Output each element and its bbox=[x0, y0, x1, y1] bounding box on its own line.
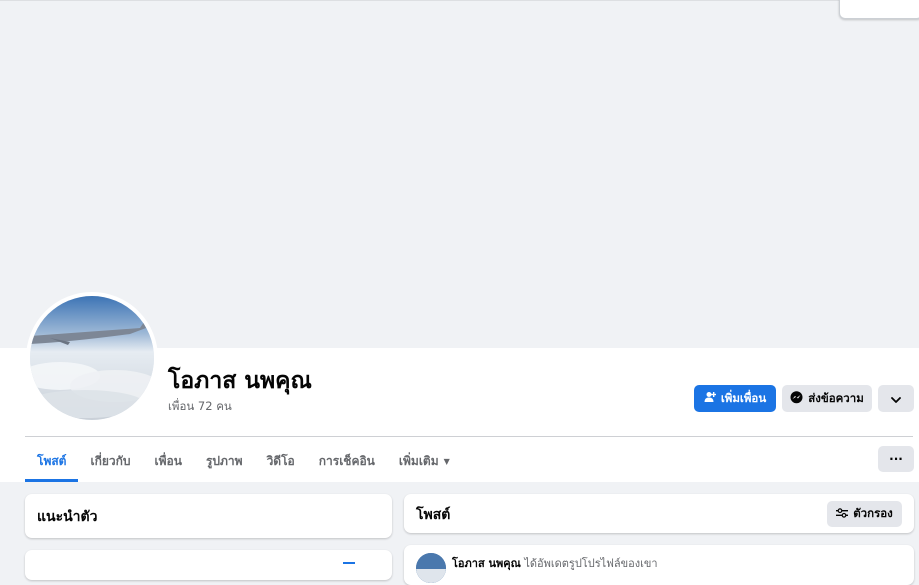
profile-tabs: โพสต์ เกี่ยวกับ เพื่อน รูปภาพ วิดีโอ การ… bbox=[25, 440, 462, 482]
post-card: โอภาส นพคุณ ได้อัพเดตรูปโปรไฟล์ของเขา bbox=[404, 545, 914, 585]
tab-label: โพสต์ bbox=[37, 453, 67, 468]
post-author-avatar[interactable] bbox=[416, 553, 446, 583]
friends-count[interactable]: เพื่อน 72 คน bbox=[168, 398, 232, 416]
tab-overflow-button[interactable]: ··· bbox=[878, 446, 914, 472]
tab-videos[interactable]: วิดีโอ bbox=[255, 440, 307, 482]
intro-title: แนะนำตัว bbox=[37, 509, 98, 525]
posts-title: โพสต์ bbox=[416, 507, 451, 523]
chevron-down-icon bbox=[891, 392, 901, 406]
filter-label: ตัวกรอง bbox=[853, 506, 893, 520]
message-button[interactable]: ส่งข้อความ bbox=[782, 385, 872, 412]
post-header-text: โอภาส นพคุณ ได้อัพเดตรูปโปรไฟล์ของเขา bbox=[452, 554, 658, 572]
messenger-icon bbox=[790, 390, 803, 407]
message-label: ส่งข้อความ bbox=[808, 390, 864, 405]
tab-label: เพิ่มเติม bbox=[398, 453, 439, 468]
add-friend-label: เพิ่มเพื่อน bbox=[720, 390, 767, 405]
add-person-icon bbox=[704, 391, 717, 406]
tab-label: รูปภาพ bbox=[205, 453, 243, 468]
left-card-partial bbox=[25, 550, 392, 580]
filter-icon bbox=[836, 507, 849, 521]
cover-photo-area bbox=[0, 0, 919, 348]
tab-label: การเช็คอิน bbox=[318, 453, 375, 468]
tab-checkins[interactable]: การเช็คอิน bbox=[307, 440, 387, 482]
tab-posts[interactable]: โพสต์ bbox=[25, 440, 79, 482]
header-divider bbox=[25, 436, 913, 437]
intro-card: แนะนำตัว bbox=[25, 494, 392, 538]
avatar-image bbox=[30, 296, 154, 420]
profile-more-button[interactable] bbox=[878, 385, 914, 412]
tab-more[interactable]: เพิ่มเติม ▼ bbox=[387, 440, 462, 482]
caret-down-icon: ▼ bbox=[443, 456, 450, 466]
tab-label: วิดีโอ bbox=[266, 453, 295, 468]
tab-friends[interactable]: เพื่อน bbox=[143, 440, 194, 482]
tab-photos[interactable]: รูปภาพ bbox=[194, 440, 255, 482]
profile-avatar[interactable] bbox=[26, 292, 158, 424]
tab-label: เกี่ยวกับ bbox=[90, 453, 131, 468]
ellipsis-icon: ··· bbox=[889, 452, 903, 466]
filter-button[interactable]: ตัวกรอง bbox=[827, 501, 902, 527]
tab-about[interactable]: เกี่ยวกับ bbox=[78, 440, 142, 482]
posts-header-card: โพสต์ ตัวกรอง bbox=[404, 494, 914, 533]
tab-label: เพื่อน bbox=[154, 453, 182, 468]
profile-name: โอภาส นพคุณ bbox=[168, 368, 312, 394]
edit-cover-button[interactable] bbox=[839, 0, 919, 19]
add-friend-button[interactable]: เพิ่มเพื่อน bbox=[694, 385, 776, 412]
